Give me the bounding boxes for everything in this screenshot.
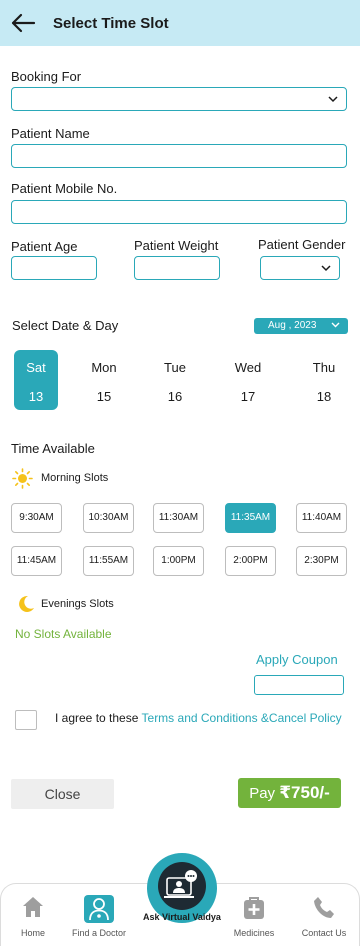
coupon-input[interactable] [254,675,344,695]
time-slot[interactable]: 11:45AM [11,546,62,576]
chevron-down-icon [331,322,340,328]
day-name: Tue [164,360,186,375]
day-number: 13 [28,389,44,404]
ask-vaidya-label: Ask Virtual Vaidya [143,912,221,922]
day-name: Thu [312,360,336,375]
booking-for-label: Booking For [11,69,82,84]
time-slot[interactable]: 11:30AM [153,503,204,533]
virtual-doctor-icon [164,870,197,898]
day-name: Sat [26,360,46,375]
nav-find-doctor[interactable]: Find a Doctor [65,884,133,946]
time-slot[interactable]: 2:30PM [296,546,347,576]
ask-vaidya-icon-bg [158,862,206,910]
nav-contact-label: Contact Us [301,928,347,938]
nav-medicines-label: Medicines [233,928,275,938]
patient-age-input[interactable] [11,256,97,280]
nav-contact[interactable]: Contact Us [295,884,353,946]
day-item[interactable]: Thu 18 [302,350,346,410]
day-number: 18 [316,389,332,404]
day-number: 17 [240,389,256,404]
pay-label: Pay [249,785,280,802]
medicine-bag-icon [244,897,264,919]
sun-icon [12,468,33,489]
patient-age-label: Patient Age [11,239,78,254]
terms-link[interactable]: Terms and Conditions &Cancel Policy [142,711,342,725]
no-slots-message: No Slots Available [15,627,112,641]
day-number: 15 [96,389,112,404]
day-item[interactable]: Tue 16 [153,350,197,410]
nav-medicines[interactable]: Medicines [226,884,282,946]
apply-coupon-link[interactable]: Apply Coupon [256,652,338,667]
day-item[interactable]: Sat 13 [14,350,58,410]
nav-home-label: Home [20,928,45,938]
close-button[interactable]: Close [11,779,114,809]
chevron-down-icon [321,265,331,272]
nav-home[interactable]: Home [8,884,58,946]
time-slot[interactable]: 9:30AM [11,503,62,533]
page-title: Select Time Slot [53,15,169,32]
phone-icon [314,897,334,918]
nav-find-doctor-label: Find a Doctor [71,928,127,938]
patient-mobile-input[interactable] [11,200,347,224]
time-slot[interactable]: 10:30AM [83,503,134,533]
pay-button[interactable]: Pay ₹750/- [238,778,341,808]
booking-for-select[interactable] [11,87,347,111]
morning-slots-label: Morning Slots [41,472,109,484]
patient-mobile-label: Patient Mobile No. [11,181,118,196]
moon-icon [19,595,34,612]
day-item[interactable]: Wed 17 [226,350,270,410]
day-item[interactable]: Mon 15 [82,350,126,410]
patient-gender-label: Patient Gender [258,237,346,252]
chevron-down-icon [328,96,338,103]
time-slot[interactable]: 11:40AM [296,503,347,533]
day-name: Mon [91,360,117,375]
month-selector[interactable]: Aug , 2023 [254,318,348,334]
patient-gender-select[interactable] [260,256,340,280]
doctor-icon [84,895,114,923]
month-selector-label: Aug , 2023 [268,320,317,331]
time-slot[interactable]: 1:00PM [153,546,204,576]
terms-text: I agree to these Terms and Conditions &C… [55,711,345,726]
terms-prefix: I agree to these [55,711,142,725]
back-arrow-icon[interactable] [10,11,36,35]
day-number: 16 [167,389,183,404]
home-icon [23,897,43,917]
time-available-title: Time Available [11,441,95,456]
time-slot[interactable]: 2:00PM [225,546,276,576]
pay-amount: ₹750/- [279,783,330,802]
patient-weight-input[interactable] [134,256,220,280]
evening-slots-label: Evenings Slots [41,598,114,610]
time-slot[interactable]: 11:55AM [83,546,134,576]
day-name: Wed [234,360,262,375]
time-slot-selected[interactable]: 11:35AM [225,503,276,533]
app-header: Select Time Slot [0,0,360,46]
terms-checkbox[interactable] [15,710,37,730]
patient-name-input[interactable] [11,144,347,168]
patient-name-label: Patient Name [11,126,90,141]
select-date-title: Select Date & Day [12,318,119,333]
patient-weight-label: Patient Weight [134,238,219,253]
